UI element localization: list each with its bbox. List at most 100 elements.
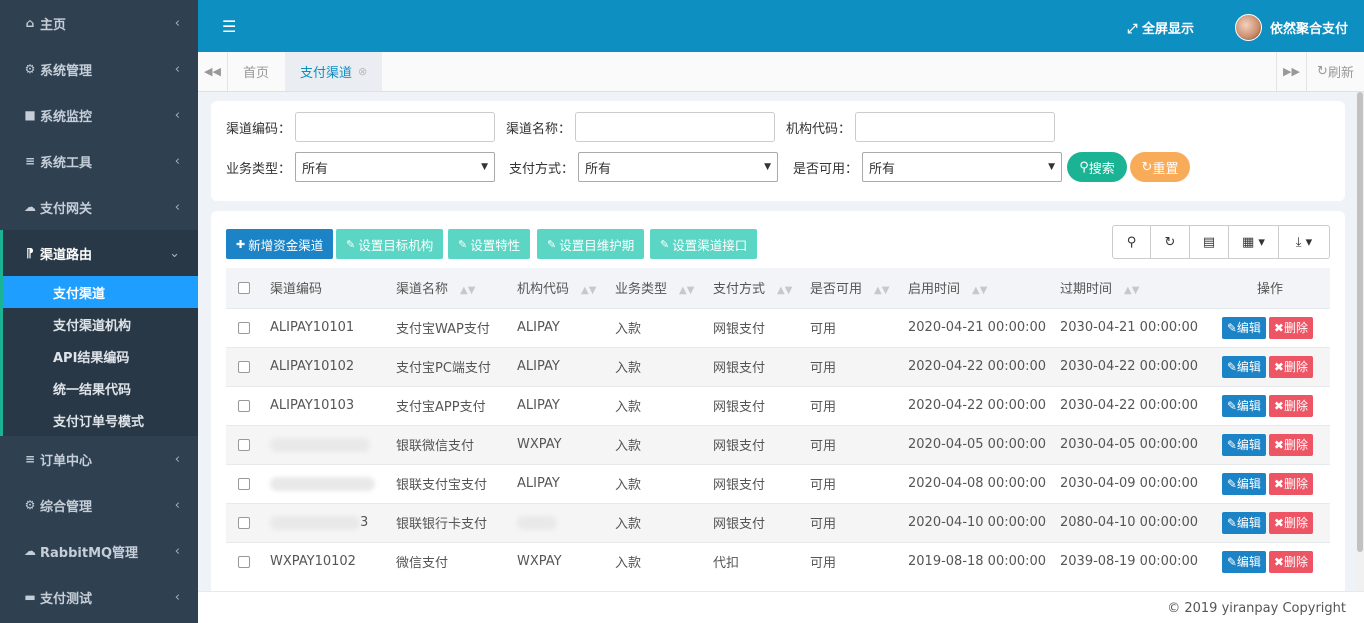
edit-icon: ✎: [1226, 359, 1237, 374]
redacted-text: [270, 437, 370, 452]
row-checkbox[interactable]: [226, 346, 270, 386]
set-org-button[interactable]: ✎ 设置目标机构: [336, 229, 444, 259]
scrollbar-thumb[interactable]: [1357, 92, 1363, 552]
edit-button[interactable]: ✎ 编辑: [1221, 355, 1266, 378]
sidebar-subitem-0[interactable]: 支付渠道: [3, 276, 198, 308]
table-cell: 网银支付: [713, 307, 810, 347]
delete-button[interactable]: ✖ 删除: [1268, 316, 1313, 339]
table-cell: ALIPAY: [517, 346, 615, 386]
delete-button[interactable]: ✖ 删除: [1268, 394, 1313, 417]
sidebar-item-3[interactable]: ≡ 系统工具 ‹: [0, 138, 198, 184]
export-icon[interactable]: ⤓ ▾: [1279, 226, 1329, 258]
menu-toggle-icon[interactable]: ☰: [222, 17, 236, 36]
search-toggle-icon[interactable]: ⚲: [1113, 226, 1151, 258]
col-start-time[interactable]: 启用时间 ▲▼: [908, 268, 1060, 308]
edit-button[interactable]: ✎ 编辑: [1221, 550, 1266, 573]
pay-method-select[interactable]: 所有 ▼: [578, 152, 779, 182]
edit-button[interactable]: ✎ 编辑: [1221, 316, 1266, 339]
refresh-button[interactable]: ↻ 刷新: [1306, 52, 1364, 91]
avatar: [1234, 14, 1262, 41]
sidebar-item-9[interactable]: ▬ 支付测试 ‹: [0, 574, 198, 620]
tab-home[interactable]: 首页: [228, 52, 284, 91]
list-view-icon[interactable]: ▤: [1190, 226, 1229, 258]
edit-button[interactable]: ✎ 编辑: [1221, 433, 1266, 456]
table-cell: 可用: [810, 541, 908, 581]
sidebar-subitem-2[interactable]: API结果编码: [3, 340, 198, 372]
row-checkbox[interactable]: [226, 385, 270, 425]
enabled-select[interactable]: 所有 ▼: [862, 152, 1063, 182]
table-cell-text: 2030-04-22 00:00:00: [1060, 359, 1199, 374]
sidebar-item-6[interactable]: ≡ 订单中心 ‹: [0, 436, 198, 482]
set-interface-button[interactable]: ✎ 设置渠道接口: [650, 229, 758, 259]
reset-button[interactable]: ↻ 重置: [1130, 152, 1190, 182]
table-row[interactable]: 银联支付宝支付 ALIPAY 入款 网银支付 可用 2020-04-08 00:00:00…: [226, 463, 1330, 503]
row-checkbox[interactable]: [226, 463, 270, 503]
table-cell-text: 网银支付: [713, 322, 766, 337]
set-maint-button[interactable]: ✎ 设置目维护期: [537, 229, 645, 259]
refresh-icon[interactable]: ↻: [1151, 226, 1190, 258]
col-pay-method[interactable]: 支付方式 ▲▼: [713, 268, 810, 308]
delete-button[interactable]: ✖ 删除: [1268, 355, 1313, 378]
col-channel-code[interactable]: 渠道编码: [270, 268, 396, 308]
sidebar-item-label: RabbitMQ管理: [40, 545, 139, 561]
set-feature-button[interactable]: ✎ 设置特性: [448, 229, 531, 259]
tabs-forward-icon[interactable]: ▶▶: [1276, 52, 1306, 91]
col-expire-time[interactable]: 过期时间 ▲▼: [1060, 268, 1210, 308]
biz-type-select[interactable]: 所有 ▼: [295, 152, 496, 182]
fullscreen-button[interactable]: ⤢ 全屏显示: [1127, 18, 1194, 37]
table-row[interactable]: ALIPAY10101 支付宝WAP支付 ALIPAY 入款 网银支付 可用 2020-04…: [226, 307, 1330, 347]
reset-button-label: 重置: [1152, 161, 1179, 177]
channel-code-label: 渠道编码：: [226, 121, 292, 137]
delete-label: 删除: [1283, 321, 1308, 335]
delete-button[interactable]: ✖ 删除: [1268, 511, 1313, 534]
channel-code-input[interactable]: [295, 112, 496, 142]
sidebar-subitem-1[interactable]: 支付渠道机构: [3, 308, 198, 340]
sidebar-item-1[interactable]: ⚙ 系统管理 ‹: [0, 46, 198, 92]
sidebar-subitem-3[interactable]: 统一结果代码: [3, 372, 198, 404]
col-biz-type[interactable]: 业务类型 ▲▼: [615, 268, 713, 308]
edit-button[interactable]: ✎ 编辑: [1221, 394, 1266, 417]
row-checkbox[interactable]: [226, 541, 270, 581]
sidebar-item-0[interactable]: ⌂ 主页 ‹: [0, 0, 198, 46]
search-button-label: 搜索: [1088, 161, 1115, 177]
biz-type-value: 所有: [302, 161, 329, 177]
close-tab-icon[interactable]: ⊗: [358, 65, 367, 78]
col-enabled[interactable]: 是否可用 ▲▼: [810, 268, 908, 308]
col-channel-name[interactable]: 渠道名称 ▲▼: [396, 268, 517, 308]
col-label: 支付方式: [713, 282, 766, 298]
page-scrollbar[interactable]: [1356, 92, 1364, 591]
columns-icon[interactable]: ▦ ▾: [1229, 226, 1279, 258]
row-checkbox[interactable]: [226, 424, 270, 464]
row-checkbox[interactable]: [226, 307, 270, 347]
sidebar-item-7[interactable]: ⚙ 综合管理 ‹: [0, 482, 198, 528]
sidebar-item-4[interactable]: ☁ 支付网关 ‹: [0, 184, 198, 230]
delete-button[interactable]: ✖ 删除: [1268, 433, 1313, 456]
add-channel-button[interactable]: ✚ 新增资金渠道: [226, 229, 334, 259]
table-cell: 入款: [615, 502, 713, 542]
select-all-checkbox[interactable]: [226, 268, 270, 308]
sidebar-item-2[interactable]: ■ 系统监控 ‹: [0, 92, 198, 138]
user-menu[interactable]: 依然聚合支付: [1234, 14, 1348, 41]
row-actions: ✎ 编辑 ✖ 删除: [1210, 346, 1330, 386]
delete-button[interactable]: ✖ 删除: [1268, 472, 1313, 495]
row-checkbox[interactable]: [226, 502, 270, 542]
sort-icon: ▲▼: [679, 285, 695, 297]
sidebar-item-8[interactable]: ☁ RabbitMQ管理 ‹: [0, 528, 198, 574]
table-row[interactable]: 3 银联银行卡支付 入款 网银支付 可用 2020-04-10 00:00:00 2080-…: [226, 502, 1330, 542]
table-row[interactable]: ALIPAY10102 支付宝PC端支付 ALIPAY 入款 网银支付 可用 2020-04…: [226, 346, 1330, 386]
sidebar-subitem-4[interactable]: 支付订单号模式: [3, 404, 198, 436]
sidebar-item-5[interactable]: ⁋ 渠道路由 ⌄: [0, 230, 198, 276]
delete-button[interactable]: ✖ 删除: [1268, 550, 1313, 573]
table-row[interactable]: WXPAY10102 微信支付 WXPAY 入款 代扣 可用 2019-08-18 00:0…: [226, 541, 1330, 581]
search-button[interactable]: ⚲ 搜索: [1067, 152, 1127, 182]
channel-name-input[interactable]: [575, 112, 776, 142]
org-code-input[interactable]: [855, 112, 1056, 142]
col-org-code[interactable]: 机构代码 ▲▼: [517, 268, 615, 308]
table-row[interactable]: ALIPAY10103 支付宝APP支付 ALIPAY 入款 网银支付 可用 2020-04…: [226, 385, 1330, 425]
tab-payment-channel[interactable]: 支付渠道 ⊗: [285, 52, 383, 91]
table-cell-text: 可用: [810, 400, 837, 415]
tabs-back-icon[interactable]: ◀◀: [198, 52, 228, 91]
edit-button[interactable]: ✎ 编辑: [1221, 472, 1266, 495]
edit-button[interactable]: ✎ 编辑: [1221, 511, 1266, 534]
table-row[interactable]: 银联微信支付 WXPAY 入款 网银支付 可用 2020-04-05 00:00:00 20…: [226, 424, 1330, 464]
